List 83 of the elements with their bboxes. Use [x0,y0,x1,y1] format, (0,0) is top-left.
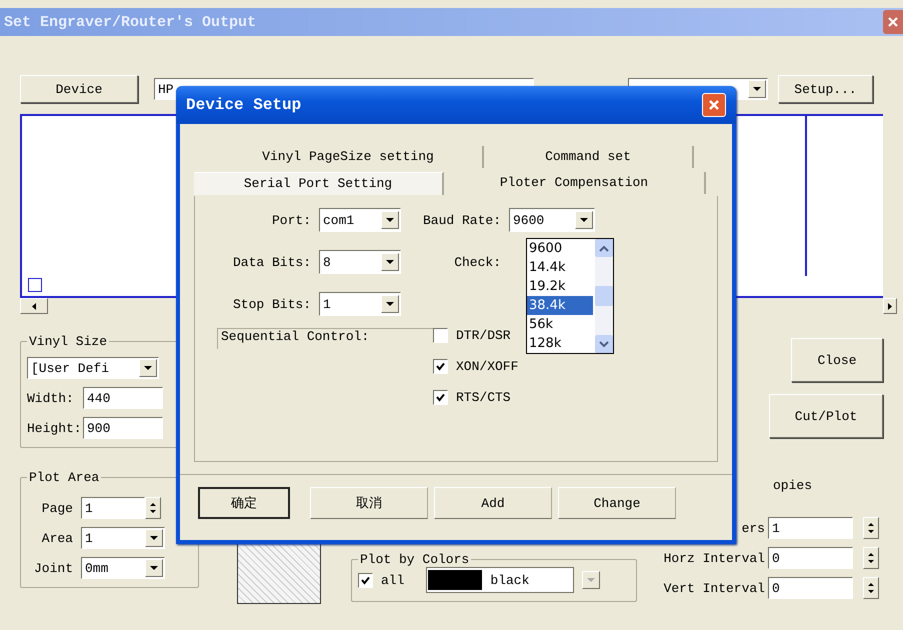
checkbox-label: RTS/CTS [456,390,511,405]
group-title: Plot by Colors [358,552,470,567]
dropdown-option[interactable]: 128k [527,334,595,353]
caret-icon [381,211,399,229]
field-label: Check: [453,254,502,270]
dropdown-option[interactable]: 19.2k [527,277,595,296]
field-label: Port: [270,212,312,228]
tab[interactable]: Ploter Compensation [444,172,706,194]
caret-icon [582,571,600,589]
number-field[interactable]: 0 [768,577,853,599]
caret-icon [145,529,163,547]
field-label: Area [40,530,74,546]
port-combo[interactable]: com1 [319,208,401,232]
width-field[interactable]: 440 [83,387,163,409]
dropdown-combo[interactable]: 0mm [81,557,165,579]
window-title: Set Engraver/Router's Output [4,14,256,30]
field-label: Horz Interval [662,550,766,566]
dropdown-option[interactable]: 56k [527,315,595,334]
dialog-button[interactable]: Change [558,487,676,519]
tab[interactable]: Vinyl PageSize setting [214,146,484,168]
number-field[interactable]: 1 [768,517,853,539]
caret-icon [145,559,163,577]
field-label: Data Bits: [232,254,312,270]
group-title: Vinyl Size [28,334,108,349]
action-button[interactable]: Cut/Plot [769,394,883,438]
scroll-right-icon[interactable] [883,298,897,314]
caret-icon [575,211,593,229]
dialog-button[interactable]: Add [434,487,552,519]
dialog-button[interactable]: 确定 [198,487,290,519]
field-label: Stop Bits: [232,296,312,312]
spin-field[interactable]: 1 [81,497,145,519]
spin-arrows-icon[interactable] [862,517,879,539]
scroll-up-icon[interactable] [595,239,613,257]
field-label: Page [40,500,74,516]
checkbox[interactable] [433,359,448,374]
field-label: Vert Interval [662,580,766,596]
dialog-title: Device Setup [186,96,302,114]
checkbox-label: XON/XOFF [456,359,518,374]
data-bits-combo[interactable]: 8 [319,250,401,274]
tab[interactable]: Serial Port Setting [194,172,444,194]
number-field[interactable]: 0 [768,547,853,569]
checkmark-icon [360,576,370,584]
height-field[interactable]: 900 [83,417,163,439]
field-label: Width: [27,390,75,406]
checkbox-label: all [380,572,404,588]
close-icon[interactable] [883,10,903,34]
group-title: opies [772,478,813,493]
field-label: Joint [32,560,74,576]
caret-icon [139,359,157,377]
tab[interactable]: Command set [484,146,694,168]
dropdown-option[interactable]: 38.4k [527,296,593,315]
checkbox[interactable] [433,328,448,343]
action-button[interactable]: Close [791,338,883,382]
field-label: ers [740,520,766,536]
checkbox[interactable] [358,572,373,588]
scroll-down-icon[interactable] [595,335,613,353]
checkbox[interactable] [433,390,448,405]
field-label: Height: [27,420,83,436]
baud-rate-combo[interactable]: 9600 [509,208,595,232]
dropdown-option[interactable]: 14.4k [527,258,595,277]
scrollbar-thumb[interactable] [595,286,613,306]
spin-arrows-icon[interactable] [145,497,161,519]
device-button[interactable]: Device [20,75,138,103]
dropdown-combo[interactable]: 1 [81,527,165,549]
spin-arrows-icon[interactable] [862,547,879,569]
caret-icon [381,295,399,313]
checkmark-icon [436,362,445,371]
spin-arrows-icon[interactable] [862,577,879,599]
corner-handle [28,278,42,292]
setup-button[interactable]: Setup... [778,75,873,103]
color-combo[interactable]: black [426,567,574,593]
caret-icon [381,253,399,271]
checkmark-icon [436,393,445,402]
field-label: Baud Rate: [422,212,502,228]
sequential-control-label: Sequential Control: [217,328,433,349]
dialog-button[interactable]: 取消 [310,487,428,519]
checkbox-label: DTR/DSR [456,328,511,343]
close-icon[interactable] [702,93,726,117]
stop-bits-combo[interactable]: 1 [319,292,401,316]
dropdown-option[interactable]: 9600 [527,239,595,258]
scroll-left-icon[interactable] [20,298,48,314]
group-title: Plot Area [28,470,100,485]
vinyl-type-combo[interactable]: [User Defi [27,357,159,379]
